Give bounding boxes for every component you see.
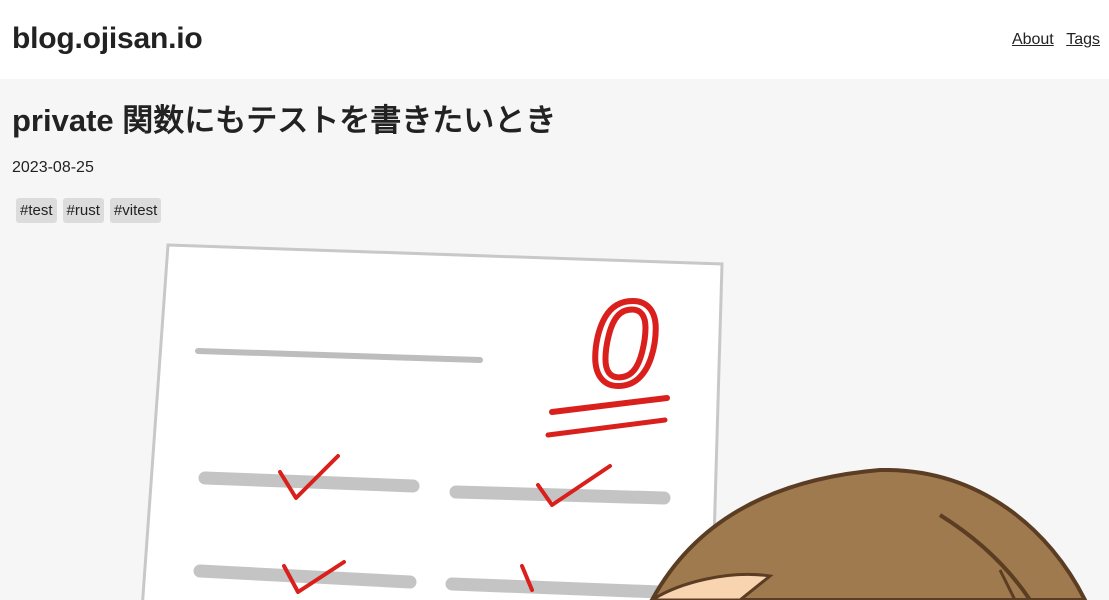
answer-line-4 [445, 577, 667, 599]
answer-line-2 [449, 485, 671, 505]
site-nav: About Tags [1004, 31, 1100, 49]
score-mark: 0 [590, 277, 657, 411]
nav-tags-link[interactable]: Tags [1066, 31, 1100, 48]
post-date: 2023-08-25 [12, 159, 94, 176]
tag-vitest[interactable]: #vitest [109, 198, 162, 223]
nav-about-link[interactable]: About [1012, 31, 1054, 48]
post-title: private 関数にもテストを書きたいとき [12, 103, 557, 138]
site-header: blog.ojisan.io About Tags [0, 0, 1109, 79]
site-title[interactable]: blog.ojisan.io [12, 22, 203, 56]
hero-image: 0 [0, 240, 1109, 600]
tag-rust[interactable]: #rust [62, 198, 104, 223]
test-paper-illustration: 0 [141, 243, 1088, 600]
tag-test[interactable]: #test [16, 198, 57, 223]
tag-list: #test #rust #vitest [16, 198, 167, 223]
